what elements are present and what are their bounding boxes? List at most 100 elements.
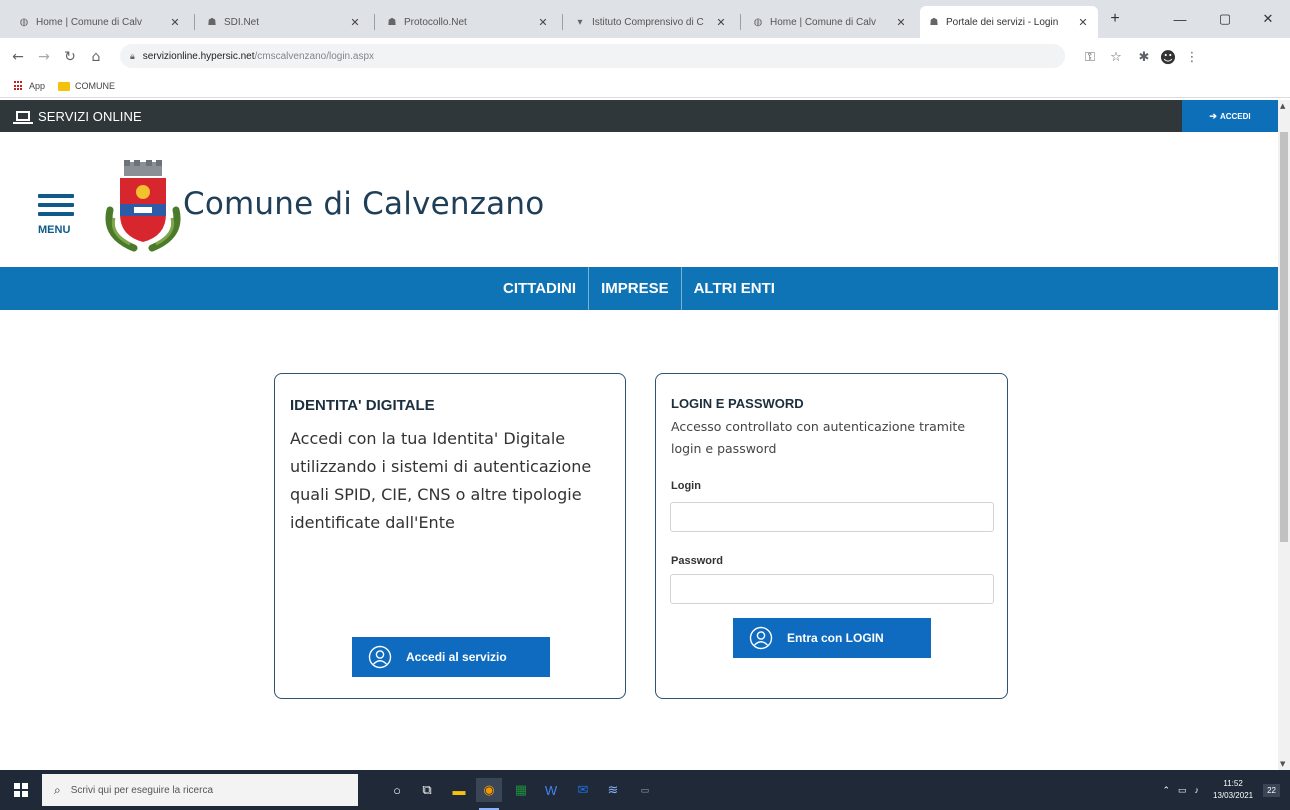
laptop-icon <box>13 111 33 124</box>
bookmark-apps[interactable]: App <box>14 78 45 94</box>
address-bar[interactable]: 🔒︎ servizionline.hypersic.net/cmscalvenz… <box>120 44 1065 68</box>
main-navigation: CITTADINI IMPRESE ALTRI ENTI <box>0 267 1278 310</box>
kebab-menu-icon[interactable]: ⋮ <box>1182 47 1202 67</box>
star-icon[interactable]: ☆ <box>1106 47 1126 67</box>
entra-con-login-button[interactable]: Entra con LOGIN <box>733 618 931 658</box>
excel-icon[interactable]: ▦ <box>508 778 534 802</box>
accedi-button[interactable]: ➔ ACCEDI <box>1182 100 1278 132</box>
cortana-icon[interactable]: ○ <box>384 778 410 802</box>
close-icon[interactable]: ✕ <box>536 16 550 29</box>
chevron-up-icon[interactable]: ⌃ <box>1162 785 1170 796</box>
forward-arrow-icon[interactable]: → <box>34 47 54 67</box>
hamburger-icon <box>38 212 74 216</box>
scrollbar-thumb[interactable] <box>1280 132 1288 542</box>
close-icon[interactable]: ✕ <box>348 16 362 29</box>
page-scrollbar[interactable]: ▲ ▼ <box>1278 100 1290 770</box>
system-tray: ⌃ ▭ ♪ 11:52 13/03/2021 22 <box>1162 770 1290 810</box>
login-password-card: LOGIN E PASSWORD Accesso controllato con… <box>655 373 1008 699</box>
school-icon: ▾ <box>577 16 583 28</box>
windows-logo-icon <box>14 783 28 797</box>
app-icon: ☗ <box>929 16 939 28</box>
site-header: MENU Comune di Calvenzano <box>0 132 1278 267</box>
wifi-app-icon[interactable]: ≋ <box>600 778 626 802</box>
maximize-button[interactable]: ▢ <box>1205 8 1245 30</box>
user-circle-icon <box>749 626 773 650</box>
close-icon[interactable]: ✕ <box>714 16 728 29</box>
task-view-icon[interactable]: ⧉ <box>414 778 440 802</box>
card-description: Accesso controllato con autenticazione t… <box>671 419 966 456</box>
card-title: IDENTITA' DIGITALE <box>290 397 435 414</box>
user-circle-icon <box>368 645 392 669</box>
login-label: Login <box>671 480 701 492</box>
browser-tab-active[interactable]: ☗ Portale dei servizi - Login ✕ <box>920 6 1098 38</box>
system-clock[interactable]: 11:52 13/03/2021 <box>1213 778 1253 802</box>
browser-tab[interactable]: ▾ Istituto Comprensivo di C ✕ <box>566 6 736 38</box>
home-icon[interactable]: ⌂ <box>86 47 106 67</box>
tab-separator <box>562 14 563 30</box>
digital-identity-card: IDENTITA' DIGITALE Accedi con la tua Ide… <box>274 373 626 699</box>
network-icon[interactable]: ▭ <box>1178 785 1187 796</box>
taskbar-search[interactable]: ⌕ Scrivi qui per eseguire la ricerca <box>42 774 358 806</box>
card-title: LOGIN E PASSWORD <box>671 396 804 411</box>
word-icon[interactable]: W <box>538 778 564 802</box>
tab-title: Protocollo.Net <box>404 16 467 28</box>
search-icon: ⌕ <box>54 782 61 797</box>
key-icon[interactable]: ⚿ <box>1080 47 1100 67</box>
nav-item-altri-enti[interactable]: ALTRI ENTI <box>682 267 787 310</box>
url-path: /cmscalvenzano/login.aspx <box>254 50 375 62</box>
minimize-button[interactable]: — <box>1160 8 1200 30</box>
card-description: Accedi con la tua Identita' Digitale uti… <box>290 429 592 532</box>
browser-toolbar: ← → ↻ ⌂ 🔒︎ servizionline.hypersic.net/cm… <box>0 38 1290 74</box>
folder-icon <box>58 81 70 91</box>
scroll-down-arrow-icon[interactable]: ▼ <box>1280 760 1285 768</box>
globe-icon: ◍ <box>753 16 763 28</box>
app-icon[interactable]: ▭ <box>632 778 658 802</box>
profile-icon[interactable]: ☻ <box>1158 47 1178 67</box>
tab-title: SDI.Net <box>224 16 260 28</box>
notifications-badge[interactable]: 22 <box>1263 783 1280 797</box>
search-placeholder: Scrivi qui per eseguire la ricerca <box>70 784 214 796</box>
browser-tab[interactable]: ◍ Home | Comune di Calv ✕ <box>10 6 190 38</box>
password-input[interactable] <box>670 574 994 604</box>
close-icon[interactable]: ✕ <box>894 16 908 29</box>
bookmark-folder-comune[interactable]: COMUNE <box>58 78 115 94</box>
button-label: Entra con LOGIN <box>787 631 884 645</box>
start-button[interactable] <box>0 770 42 810</box>
app-icon: ☗ <box>207 16 217 28</box>
outlook-icon[interactable]: ✉ <box>570 778 596 802</box>
browser-tab[interactable]: ☗ Protocollo.Net ✕ <box>378 6 558 38</box>
browser-tab-strip: ◍ Home | Comune di Calv ✕ ☗ SDI.Net ✕ ☗ … <box>0 0 1290 38</box>
volume-icon[interactable]: ♪ <box>1195 785 1200 795</box>
apps-grid-icon <box>14 81 24 91</box>
extensions-icon[interactable]: ✱ <box>1134 47 1154 67</box>
clock-time: 11:52 <box>1223 779 1243 788</box>
service-topbar: SERVIZI ONLINE ➔ ACCEDI <box>0 100 1278 132</box>
nav-item-cittadini[interactable]: CITTADINI <box>491 267 588 310</box>
password-label: Password <box>671 555 723 567</box>
button-label: Accedi al servizio <box>406 650 507 664</box>
back-arrow-icon[interactable]: ← <box>8 47 28 67</box>
brand-label: SERVIZI ONLINE <box>38 108 142 124</box>
lock-icon: 🔒︎ <box>130 50 135 61</box>
nav-item-imprese[interactable]: IMPRESE <box>589 267 681 310</box>
browser-tab[interactable]: ☗ SDI.Net ✕ <box>198 6 370 38</box>
bookmark-label: App <box>29 81 46 91</box>
menu-button[interactable]: MENU <box>38 194 76 244</box>
file-explorer-icon[interactable]: ▬ <box>446 778 472 802</box>
municipality-crest-logo[interactable] <box>100 158 186 252</box>
scroll-up-arrow-icon[interactable]: ▲ <box>1280 102 1285 110</box>
chrome-icon[interactable]: ◉ <box>476 778 502 810</box>
close-icon[interactable]: ✕ <box>168 16 182 29</box>
clock-date: 13/03/2021 <box>1213 791 1254 800</box>
close-window-button[interactable]: ✕ <box>1248 8 1288 30</box>
accedi-al-servizio-button[interactable]: Accedi al servizio <box>352 637 550 677</box>
tab-title: Home | Comune di Calv <box>36 16 142 28</box>
browser-tab[interactable]: ◍ Home | Comune di Calv ✕ <box>744 6 916 38</box>
windows-taskbar: ⌕ Scrivi qui per eseguire la ricerca ○ ⧉… <box>0 770 1290 810</box>
reload-icon[interactable]: ↻ <box>60 47 80 67</box>
site-title[interactable]: Comune di Calvenzano <box>183 186 544 222</box>
servizi-online-brand[interactable]: SERVIZI ONLINE <box>13 100 142 132</box>
close-icon[interactable]: ✕ <box>1076 16 1090 29</box>
new-tab-button[interactable]: + <box>1100 8 1130 30</box>
login-input[interactable] <box>670 502 994 532</box>
